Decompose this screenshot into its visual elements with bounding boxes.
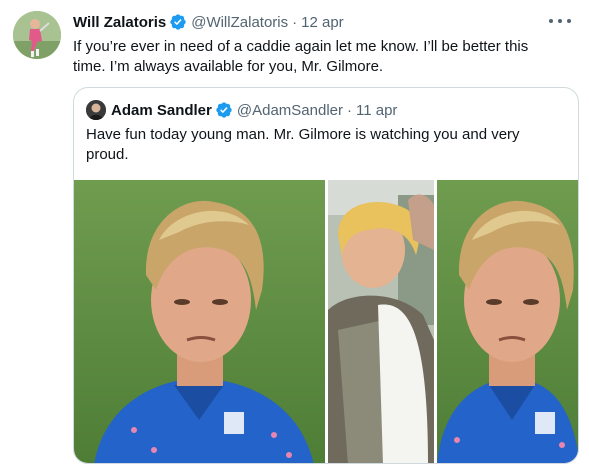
tweet-text: If you’re ever in need of a caddie again… [73, 37, 573, 77]
photo-movie-scene[interactable] [328, 180, 434, 463]
quoted-tweet[interactable]: Adam Sandler @AdamSandler · 11 apr Have … [73, 87, 579, 464]
quoted-tweet-date[interactable]: 11 apr [356, 102, 397, 119]
more-options-icon[interactable] [549, 11, 571, 31]
quoted-text-line: proud. [86, 146, 129, 163]
tweet-text-line: time. I’m always available for you, Mr. … [73, 58, 384, 75]
quoted-author-handle[interactable]: @AdamSandler [237, 102, 343, 119]
author-handle[interactable]: @WillZalatoris [191, 14, 288, 31]
quoted-author-avatar[interactable] [86, 100, 106, 120]
media-grid [74, 180, 578, 463]
quoted-text-line: Have fun today young man. Mr. Gilmore is… [86, 126, 520, 143]
photo-golfer-right[interactable] [437, 180, 578, 463]
tweet-header: Will Zalatoris @WillZalatoris · 12 apr [73, 12, 344, 32]
quoted-tweet-text: Have fun today young man. Mr. Gilmore is… [86, 125, 566, 165]
verified-badge-icon [215, 101, 233, 119]
tweet[interactable]: Will Zalatoris @WillZalatoris · 12 apr I… [0, 0, 589, 469]
separator-dot: · [347, 101, 352, 119]
quoted-author-name[interactable]: Adam Sandler [111, 102, 212, 119]
separator-dot: · [292, 13, 298, 31]
photo-golfer-left[interactable] [74, 180, 325, 463]
tweet-date[interactable]: 12 apr [301, 14, 344, 31]
tweet-text-line: If you’re ever in need of a caddie again… [73, 38, 529, 55]
author-name[interactable]: Will Zalatoris [73, 14, 166, 31]
author-avatar[interactable] [13, 11, 61, 59]
verified-badge-icon [169, 13, 187, 31]
quoted-tweet-header: Adam Sandler @AdamSandler · 11 apr [86, 99, 397, 121]
